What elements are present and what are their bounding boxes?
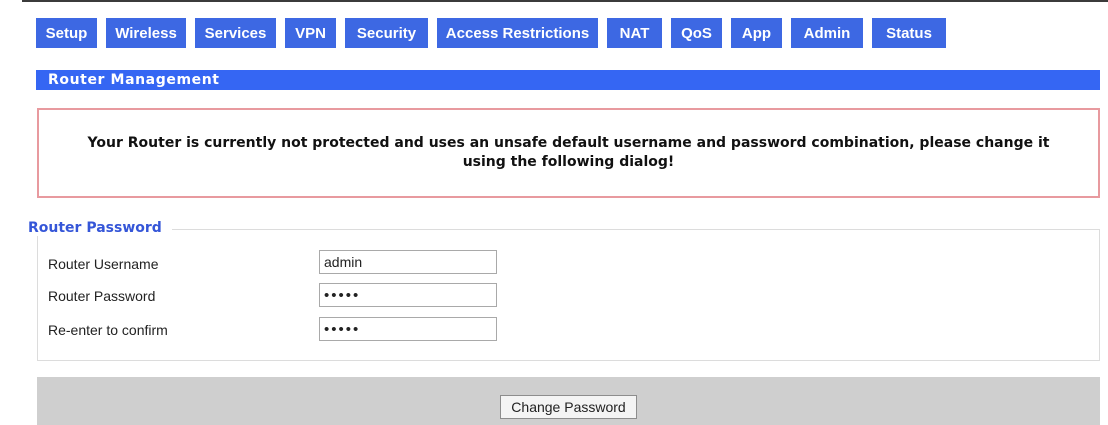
section-title: Router Management [36, 70, 1100, 90]
top-rule [22, 0, 1108, 2]
tab-wireless[interactable]: Wireless [106, 18, 186, 48]
tab-security[interactable]: Security [345, 18, 428, 48]
tab-setup[interactable]: Setup [36, 18, 97, 48]
fieldset-legend: Router Password [28, 220, 172, 236]
warning-text: Your Router is currently not protected a… [87, 135, 1050, 170]
tab-services[interactable]: Services [195, 18, 276, 48]
username-field[interactable] [319, 250, 497, 274]
confirm-password-field[interactable] [319, 317, 497, 341]
main-nav: Setup Wireless Services VPN Security Acc… [36, 18, 955, 48]
action-bar: Change Password [37, 377, 1100, 425]
password-field[interactable] [319, 283, 497, 307]
tab-vpn[interactable]: VPN [285, 18, 336, 48]
tab-nat[interactable]: NAT [607, 18, 662, 48]
tab-access-restrictions[interactable]: Access Restrictions [437, 18, 598, 48]
confirm-label: Re-enter to confirm [48, 322, 168, 338]
tab-qos[interactable]: QoS [671, 18, 722, 48]
tab-status[interactable]: Status [872, 18, 946, 48]
tab-app[interactable]: App [731, 18, 782, 48]
username-label: Router Username [48, 256, 159, 272]
tab-admin[interactable]: Admin [791, 18, 863, 48]
password-label: Router Password [48, 288, 156, 304]
change-password-button[interactable]: Change Password [500, 395, 637, 419]
security-warning: Your Router is currently not protected a… [37, 108, 1100, 198]
router-password-fieldset [37, 229, 1100, 361]
